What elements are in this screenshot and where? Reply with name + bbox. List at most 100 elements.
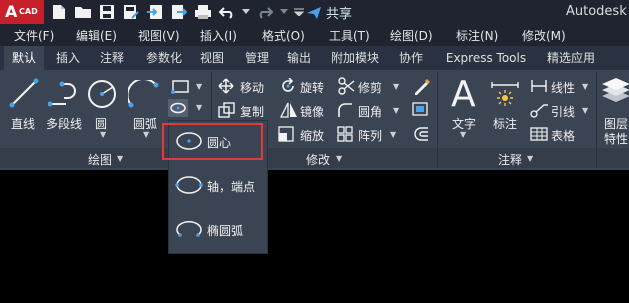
tab-featured-apps[interactable]: 精选应用 (540, 46, 602, 70)
menu-format[interactable]: 格式(O) (262, 27, 305, 44)
undo-dropdown-icon[interactable] (242, 3, 250, 21)
move-label: 移动 (240, 81, 265, 95)
fillet-tool[interactable] (337, 102, 353, 121)
text-tool[interactable]: A (449, 74, 479, 115)
customize-toolbar-icon[interactable] (294, 3, 304, 21)
explode-tool[interactable] (412, 102, 430, 121)
app-logo-text: CAD (19, 7, 38, 16)
app-menu-button[interactable]: A CAD (0, 0, 44, 24)
menu-dimension[interactable]: 标注(N) (456, 27, 498, 44)
table-icon (530, 127, 548, 141)
trim-dropdown-icon[interactable]: ▼ (393, 82, 399, 91)
rotate-tool[interactable] (280, 77, 296, 97)
linear-tool[interactable] (530, 78, 548, 97)
mirror-tool[interactable] (279, 102, 298, 121)
tab-express-tools[interactable]: Express Tools (440, 46, 532, 70)
panel-divider (596, 72, 597, 168)
move-tool[interactable] (218, 78, 234, 97)
fillet-label: 圆角 (358, 105, 383, 119)
modify-panel-expand-icon[interactable]: ▼ (336, 154, 342, 163)
arc-dropdown-icon[interactable]: ▼ (143, 130, 149, 139)
open-folder-icon[interactable] (74, 3, 92, 21)
tab-manage[interactable]: 管理 (240, 46, 274, 70)
ellipse-icon (170, 102, 186, 114)
erase-tool[interactable] (412, 78, 430, 99)
arc-tool[interactable] (126, 78, 160, 111)
fillet-dropdown-icon[interactable]: ▼ (393, 106, 399, 115)
highlight-box (162, 123, 263, 160)
text-dropdown-icon[interactable]: ▼ (460, 130, 466, 139)
elliptical-arc-option[interactable]: 椭圆弧 (169, 211, 267, 249)
plot-icon[interactable] (194, 3, 212, 21)
rectangle-icon (171, 80, 189, 94)
polyline-label: 多段线 (46, 117, 83, 131)
offset-tool[interactable] (412, 126, 430, 145)
import-icon[interactable] (146, 3, 164, 21)
ellipse-axis-end-option[interactable]: 轴，端点 (169, 167, 267, 205)
save-icon[interactable] (98, 3, 116, 21)
menu-view[interactable]: 视图(V) (138, 27, 180, 44)
rectangle-dropdown-icon[interactable]: ▼ (196, 82, 202, 91)
linear-label: 线性 (551, 81, 576, 95)
polyline-tool[interactable] (47, 80, 82, 111)
annotation-panel-label: 注释 (498, 153, 523, 167)
trim-label: 修剪 (358, 81, 383, 95)
redo-dropdown-icon[interactable] (280, 3, 288, 21)
circle-icon (88, 80, 116, 108)
menu-modify[interactable]: 修改(M) (522, 27, 566, 44)
redo-icon[interactable] (256, 3, 274, 21)
new-file-icon[interactable] (50, 3, 68, 21)
rotate-icon (282, 77, 294, 92)
ellipse-dropdown-icon[interactable]: ▼ (196, 103, 202, 112)
explode-icon (412, 102, 428, 116)
layer-properties-tool[interactable] (600, 78, 629, 111)
layers-icon (602, 78, 629, 102)
window-title: Autodesk A (566, 4, 629, 19)
array-icon (337, 126, 353, 142)
tab-parametric[interactable]: 参数化 (138, 46, 190, 70)
save-as-icon[interactable] (122, 3, 140, 21)
panel-divider (437, 72, 438, 168)
tab-view[interactable]: 视图 (196, 46, 228, 70)
menu-tools[interactable]: 工具(T) (329, 27, 370, 44)
tab-annotate[interactable]: 注释 (92, 46, 132, 70)
quick-access-toolbar (50, 0, 304, 24)
fillet-icon (338, 103, 352, 117)
tab-insert[interactable]: 插入 (48, 46, 88, 70)
menu-draw[interactable]: 绘图(D) (390, 27, 433, 44)
tab-default[interactable]: 默认 (4, 46, 44, 70)
offset-icon (414, 127, 428, 141)
dimension-tool[interactable] (490, 78, 520, 111)
pencil-icon (415, 79, 430, 95)
tab-output[interactable]: 输出 (282, 46, 316, 70)
undo-icon[interactable] (218, 3, 236, 21)
rectangle-tool[interactable] (170, 78, 192, 99)
leader-tool[interactable] (530, 102, 548, 121)
menu-file[interactable]: 文件(F) (14, 27, 54, 44)
leader-dropdown-icon[interactable]: ▼ (582, 106, 588, 115)
menu-edit[interactable]: 编辑(E) (76, 27, 117, 44)
circle-dropdown-icon[interactable]: ▼ (100, 130, 106, 139)
annotation-panel-expand-icon[interactable]: ▼ (527, 154, 533, 163)
leader-icon (530, 104, 548, 118)
table-label: 表格 (551, 129, 576, 143)
table-tool[interactable] (530, 126, 548, 145)
mirror-label: 镜像 (300, 105, 325, 119)
linear-dropdown-icon[interactable]: ▼ (582, 82, 588, 91)
ellipse-tool[interactable] (168, 99, 188, 117)
draw-panel-expand-icon[interactable]: ▼ (117, 154, 123, 163)
polyline-icon (47, 81, 76, 107)
menu-insert[interactable]: 插入(I) (200, 27, 237, 44)
menu-bar: 文件(F) 编辑(E) 视图(V) 插入(I) 格式(O) 工具(T) 绘图(D… (0, 24, 629, 46)
tab-addins[interactable]: 附加模块 (324, 46, 386, 70)
scale-tool[interactable] (278, 126, 296, 145)
circle-tool[interactable] (86, 78, 118, 113)
trim-tool[interactable] (337, 77, 355, 98)
export-icon[interactable] (170, 3, 188, 21)
share-button[interactable]: 共享 (306, 3, 352, 22)
copy-tool[interactable] (218, 102, 236, 121)
array-dropdown-icon[interactable]: ▼ (390, 130, 396, 139)
array-tool[interactable] (337, 126, 353, 145)
tab-collaborate[interactable]: 协作 (394, 46, 428, 70)
line-tool[interactable] (9, 78, 39, 111)
